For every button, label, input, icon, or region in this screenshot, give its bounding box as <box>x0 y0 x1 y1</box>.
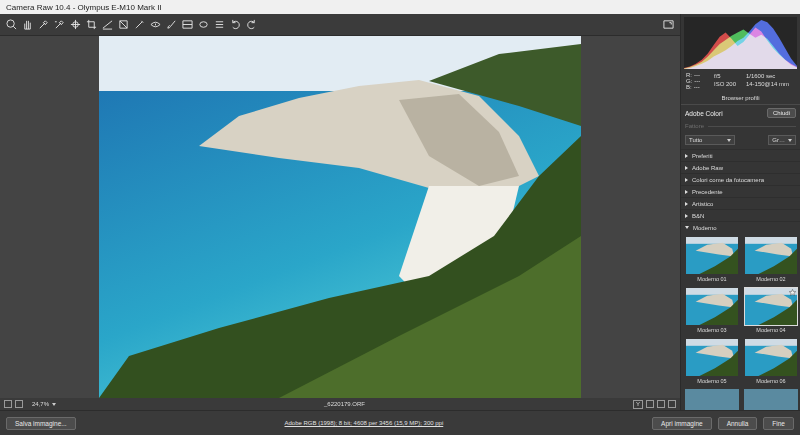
preview-icon <box>686 339 738 376</box>
profile-thumbnail[interactable]: Moderno 02 <box>744 236 798 283</box>
profile-thumbnail[interactable]: Moderno 06 <box>744 338 798 385</box>
rgb-value: B:--- <box>686 84 708 90</box>
preview-area <box>0 36 680 398</box>
profile-group[interactable]: B&N <box>681 209 800 221</box>
disclosure-icon[interactable] <box>685 202 688 206</box>
rgb-value: G:--- <box>686 78 708 84</box>
color-sampler-icon[interactable] <box>54 19 65 30</box>
exif-value: ISO 200 <box>714 80 742 88</box>
exif-value: f/5 <box>714 72 742 80</box>
window-title: Camera Raw 10.4 - Olympus E-M10 Mark II <box>6 3 162 12</box>
profile-group[interactable]: Artistico <box>681 197 800 209</box>
profile-thumbnail[interactable]: Moderno 03 <box>685 287 739 334</box>
title-bar: Camera Raw 10.4 - Olympus E-M10 Mark II <box>0 0 800 14</box>
settings-icon[interactable] <box>668 400 676 408</box>
filename: _6220179.ORF <box>59 401 630 407</box>
profile-thumbnail[interactable] <box>685 389 739 410</box>
graduated-icon[interactable] <box>182 19 193 30</box>
profile-thumbnail[interactable]: Moderno 01 <box>685 236 739 283</box>
zoom-value[interactable]: 24,7% <box>32 401 49 407</box>
save-image-button[interactable]: Salva immagine... <box>6 417 76 430</box>
readout: R:---G:---B:--- f/5 1/1600 sec ISO 200 14-15… <box>681 69 800 93</box>
hand-icon[interactable] <box>22 19 33 30</box>
profile-group[interactable]: Preferiti <box>681 149 800 161</box>
exif-value: 14-150@14 mm <box>746 80 795 88</box>
favorite-star-icon[interactable] <box>789 289 796 296</box>
profile-group[interactable]: Moderno <box>681 221 800 233</box>
fullscreen-icon[interactable] <box>663 19 674 30</box>
histogram <box>684 17 797 69</box>
profile-thumbnail[interactable]: Moderno 05 <box>685 338 739 385</box>
disclosure-icon[interactable] <box>685 178 688 182</box>
footer-button[interactable]: Annulla <box>718 417 758 430</box>
rotate-ccw-icon[interactable] <box>230 19 241 30</box>
disclosure-icon[interactable] <box>685 190 688 194</box>
transform-icon[interactable] <box>118 19 129 30</box>
preview-icon <box>745 237 797 274</box>
spot-icon[interactable] <box>134 19 145 30</box>
straighten-icon[interactable] <box>102 19 113 30</box>
fit-icon[interactable] <box>4 400 12 408</box>
camera-raw-window: Camera Raw 10.4 - Olympus E-M10 Mark II 2… <box>0 0 800 435</box>
photo <box>99 36 581 398</box>
status-row: 24,7% _6220179.ORFY <box>0 398 680 410</box>
toolbar <box>0 14 680 36</box>
profile-name: Adobe Colori <box>685 110 723 117</box>
footer-button[interactable]: Fine <box>763 417 794 430</box>
preview-icon <box>686 237 738 274</box>
target-icon[interactable] <box>70 19 81 30</box>
blue-series <box>684 20 797 69</box>
zoom-in-icon[interactable] <box>15 400 23 408</box>
preview-icon <box>745 288 797 325</box>
amount-slider: Fattore <box>681 121 800 133</box>
zoom-dropdown-icon[interactable] <box>52 403 56 406</box>
preview-icon <box>686 288 738 325</box>
list-icon[interactable] <box>214 19 225 30</box>
brush-icon[interactable] <box>166 19 177 30</box>
rgb-value: R:--- <box>686 72 708 78</box>
profile-group[interactable]: Precedente <box>681 185 800 197</box>
right-panel: R:---G:---B:--- f/5 1/1600 sec ISO 200 14-15… <box>680 14 800 410</box>
preview-icon <box>745 339 797 376</box>
workflow-options-link[interactable]: Adobe RGB (1998); 8 bit; 4608 per 3456 (… <box>84 420 644 426</box>
disclosure-icon[interactable] <box>685 226 689 229</box>
disclosure-icon[interactable] <box>685 154 688 158</box>
view-dropdown[interactable]: Gr… <box>768 135 796 145</box>
filter-dropdown[interactable]: Tutto <box>685 135 735 145</box>
radial-icon[interactable] <box>198 19 209 30</box>
view-toggle[interactable]: Y <box>633 400 643 409</box>
before-after-icon[interactable] <box>646 400 654 408</box>
profile-group[interactable]: Adobe Raw <box>681 161 800 173</box>
zoom-icon[interactable] <box>6 19 17 30</box>
rotate-cw-icon[interactable] <box>246 19 257 30</box>
profile-thumbnail[interactable]: Moderno 04 <box>744 287 798 334</box>
profile-group[interactable]: Colori come da fotocamera <box>681 173 800 185</box>
profile-thumbnail[interactable] <box>744 389 798 410</box>
crop-icon[interactable] <box>86 19 97 30</box>
close-button[interactable]: Chiudi <box>767 108 796 118</box>
exif-value: 1/1600 sec <box>746 72 795 80</box>
swap-icon[interactable] <box>657 400 665 408</box>
disclosure-icon[interactable] <box>685 166 688 170</box>
footer-button[interactable]: Apri immagine <box>652 417 712 430</box>
footer: Salva immagine... Adobe RGB (1998); 8 bit… <box>0 410 800 435</box>
redeye-icon[interactable] <box>150 19 161 30</box>
white-balance-icon[interactable] <box>38 19 49 30</box>
panel-title: Browser profili <box>681 93 800 105</box>
disclosure-icon[interactable] <box>685 214 688 218</box>
